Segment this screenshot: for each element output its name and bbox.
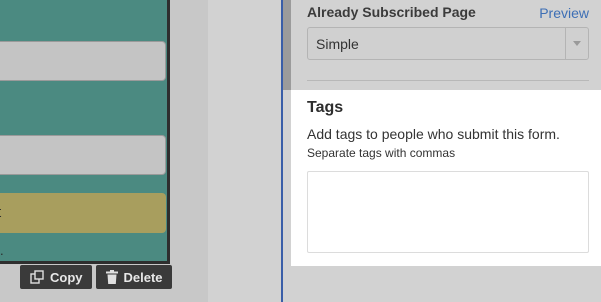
copy-button-label: Copy [50,269,83,285]
form-field-preview[interactable] [0,135,166,175]
delete-button[interactable]: Delete [95,265,172,289]
tags-title: Tags [307,99,344,116]
caret-down-icon[interactable] [566,27,588,60]
section-divider [307,80,589,81]
copy-icon [30,270,44,284]
panel-scrollbar-track[interactable] [283,0,291,90]
form-canvas: t . Copy Delete [0,0,208,302]
settings-panel: Already Subscribed Page Preview Simple T… [291,0,601,302]
form-footer-text: . [0,243,4,258]
form-submit-button-preview[interactable]: t [0,193,166,233]
already-subscribed-select[interactable]: Simple [307,27,589,60]
tags-description: Add tags to people who submit this form. [307,126,560,142]
delete-button-label: Delete [123,269,163,285]
tags-section: Tags Add tags to people who submit this … [291,90,601,266]
already-subscribed-label: Already Subscribed Page [307,4,476,20]
form-preview-block[interactable]: t . [0,0,170,264]
tags-help-text: Separate tags with commas [307,146,456,160]
form-field-preview[interactable] [0,41,166,81]
select-value: Simple [316,35,359,52]
trash-icon [105,270,118,284]
tags-input[interactable] [307,171,589,253]
block-actions-toolbar: Copy Delete [20,265,172,289]
form-submit-button-label: t [0,204,1,221]
preview-link[interactable]: Preview [539,5,589,21]
copy-button[interactable]: Copy [20,265,92,289]
